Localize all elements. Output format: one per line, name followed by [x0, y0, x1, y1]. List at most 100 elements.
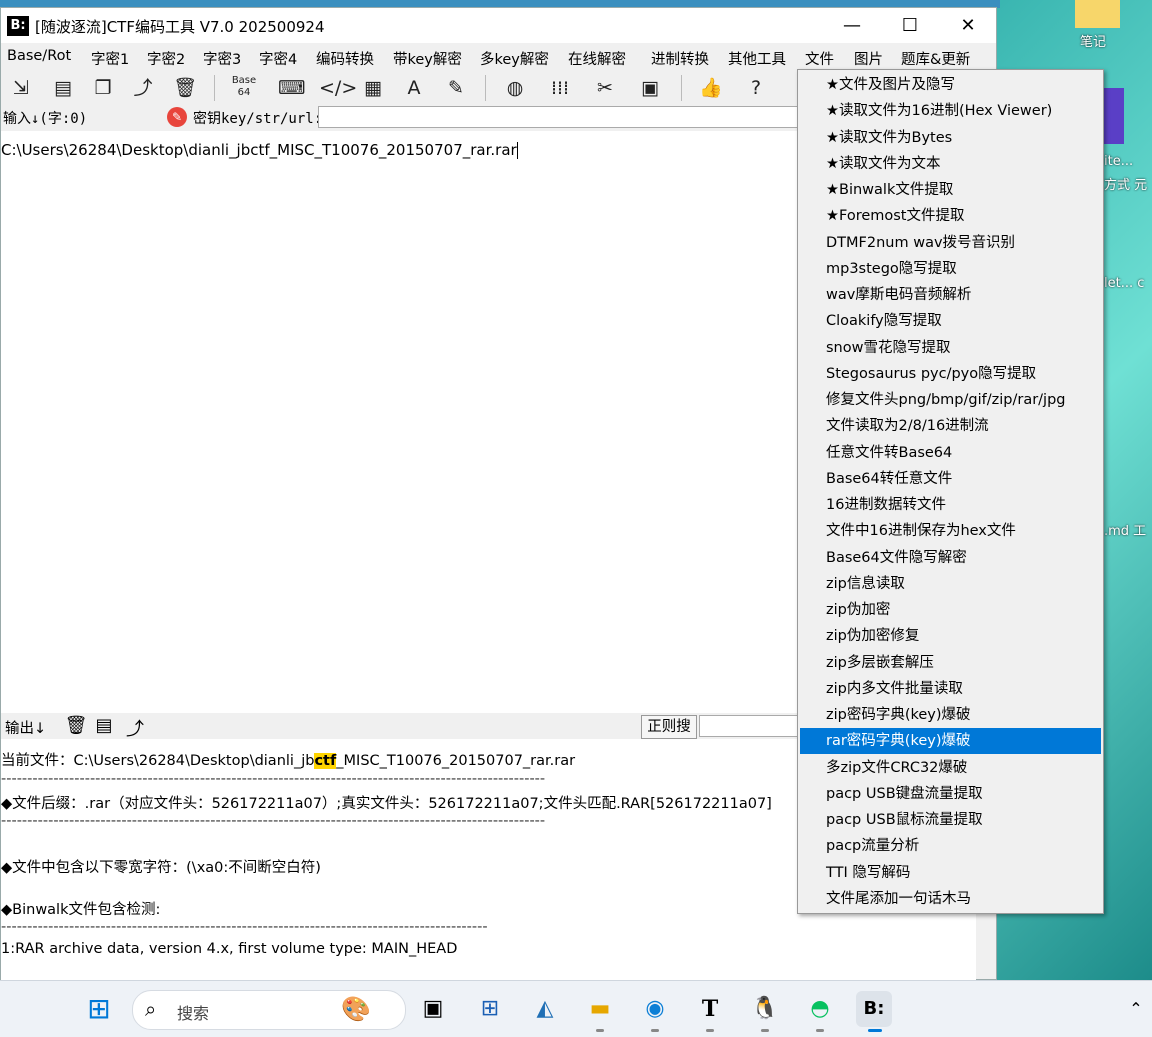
menu-key-decrypt[interactable]: 带key解密	[393, 48, 462, 69]
edge-browser-icon[interactable]: ◉	[637, 991, 673, 1027]
regex-search-button[interactable]: 正则搜	[641, 715, 697, 739]
grid-icon[interactable]: ⁞⁞⁞	[547, 75, 573, 101]
menu-zimi4[interactable]: 字密4	[259, 48, 297, 69]
help-icon[interactable]: ?	[743, 75, 769, 101]
paste-icon[interactable]: ❐	[90, 75, 116, 101]
notes-label: 笔记	[1080, 35, 1107, 50]
active-indicator	[868, 1029, 882, 1032]
file-menu-item[interactable]: 文件中16进制保存为hex文件	[800, 518, 1101, 544]
qq-icon[interactable]: 🐧	[747, 991, 783, 1027]
file-menu-item[interactable]: ★Foremost文件提取	[800, 203, 1101, 229]
menu-base-convert[interactable]: 进制转换	[651, 48, 709, 69]
typora-icon[interactable]: T	[692, 991, 728, 1027]
file-menu-item[interactable]: TTI 隐写解码	[800, 860, 1101, 886]
globe-icon[interactable]: ◍	[502, 75, 528, 101]
file-menu-item[interactable]: 文件尾添加一句话木马	[800, 886, 1101, 912]
menu-multikey-decrypt[interactable]: 多key解密	[480, 48, 549, 69]
menu-encoding[interactable]: 编码转换	[316, 48, 374, 69]
running-indicator	[651, 1029, 659, 1032]
file-menu-item[interactable]: zip伪加密	[800, 597, 1101, 623]
terminal-icon[interactable]: ⌨	[278, 75, 305, 101]
start-windows-icon[interactable]: ⊞	[81, 991, 117, 1027]
file-menu-item[interactable]: Stegosaurus pyc/pyo隐写提取	[800, 361, 1101, 387]
file-menu-item[interactable]: zip信息读取	[800, 571, 1101, 597]
key-input[interactable]	[318, 106, 800, 128]
input-label: 输入↓(字:0)	[3, 111, 88, 127]
file-menu-item[interactable]: ★读取文件为16进制(Hex Viewer)	[800, 98, 1101, 124]
file-menu-item[interactable]: zip伪加密修复	[800, 623, 1101, 649]
wechat-icon[interactable]: ◓	[802, 991, 838, 1027]
output-copy-icon[interactable]: ▤	[92, 715, 116, 737]
file-menu-item[interactable]: DTMF2num wav拨号音识别	[800, 230, 1101, 256]
trash-icon[interactable]: 🗑	[172, 75, 198, 101]
output-suffix-info: ◆文件后缀：.rar（对应文件头：526172211a07）;真实文件头：526…	[1, 796, 772, 812]
file-menu-item[interactable]: Base64文件隐写解密	[800, 545, 1101, 571]
file-menu-item[interactable]: Cloakify隐写提取	[800, 308, 1101, 334]
menu-other-tools[interactable]: 其他工具	[728, 48, 786, 69]
output-trash-icon[interactable]: 🗑	[64, 715, 88, 737]
output-label: 输出↓	[5, 721, 47, 737]
import-icon[interactable]: ⇲	[8, 75, 34, 101]
copy-icon[interactable]: ▤	[50, 75, 76, 101]
file-menu-item[interactable]: 文件读取为2/8/16进制流	[800, 413, 1101, 439]
ctf-tool-taskbar-icon[interactable]: B:	[856, 991, 892, 1027]
share-icon[interactable]: ⤴	[130, 75, 156, 101]
calculator-icon[interactable]: ▦	[360, 75, 386, 101]
running-indicator	[761, 1029, 769, 1032]
file-explorer-icon[interactable]: ▬	[582, 991, 618, 1027]
menu-zimi1[interactable]: 字密1	[91, 48, 129, 69]
monitor-app-icon[interactable]: ◭	[527, 991, 563, 1027]
menu-zimi3[interactable]: 字密3	[203, 48, 241, 69]
menu-base-rot[interactable]: Base/Rot	[7, 48, 71, 64]
menu-zimi2[interactable]: 字密2	[147, 48, 185, 69]
file-menu-item[interactable]: snow雪花隐写提取	[800, 335, 1101, 361]
minimize-button[interactable]: —	[823, 8, 881, 43]
menu-online-decrypt[interactable]: 在线解密	[568, 48, 626, 69]
base64-icon[interactable]: Base 64	[231, 75, 257, 101]
file-menu-item[interactable]: ★读取文件为文本	[800, 151, 1101, 177]
menu-file[interactable]: 文件	[805, 48, 834, 69]
file-menu-item[interactable]: 修复文件头png/bmp/gif/zip/rar/jpg	[800, 387, 1101, 413]
taskbar-search-box[interactable]: ⌕ 搜索 🎨	[132, 990, 406, 1030]
close-button[interactable]: ✕	[939, 8, 997, 43]
title-bar[interactable]: B: [随波逐流]CTF编码工具 V7.0 202500924 — ☐ ✕	[1, 8, 996, 43]
store-icon[interactable]: ⊞	[472, 991, 508, 1027]
file-menu-item[interactable]: 多zip文件CRC32爆破	[800, 755, 1101, 781]
document-icon[interactable]: ▣	[637, 75, 663, 101]
file-menu-item[interactable]: mp3stego隐写提取	[800, 256, 1101, 282]
file-menu-item[interactable]: ★文件及图片及隐写	[800, 72, 1101, 98]
file-menu-item[interactable]: Base64转任意文件	[800, 466, 1101, 492]
code-icon[interactable]: </>	[319, 75, 357, 101]
file-menu-item[interactable]: 任意文件转Base64	[800, 440, 1101, 466]
input-textarea[interactable]: C:\Users\26284\Desktop\dianli_jbctf_MISC…	[1, 131, 798, 713]
file-menu-item[interactable]: zip密码字典(key)爆破	[800, 702, 1101, 728]
file-menu-item[interactable]: pacp USB鼠标流量提取	[800, 807, 1101, 833]
edit-icon[interactable]: ✎	[443, 75, 469, 101]
file-menu-item[interactable]: rar密码字典(key)爆破	[800, 728, 1101, 755]
output-share-icon[interactable]: ⤴	[123, 715, 147, 740]
desktop-icon-label: 方式 元	[1104, 178, 1148, 193]
key-icon[interactable]: ✎	[167, 107, 187, 127]
tools-icon[interactable]: ✂	[592, 75, 618, 101]
file-menu-item[interactable]: ★读取文件为Bytes	[800, 125, 1101, 151]
menu-image[interactable]: 图片	[854, 48, 883, 69]
file-menu-item[interactable]: zip内多文件批量读取	[800, 676, 1101, 702]
input-text: C:\Users\26284\Desktop\dianli_jbctf_MISC…	[1, 141, 517, 159]
file-menu-item[interactable]: 16进制数据转文件	[800, 492, 1101, 518]
maximize-button[interactable]: ☐	[881, 8, 939, 43]
thumbs-up-icon[interactable]: 👍	[698, 75, 724, 101]
file-menu-item[interactable]: wav摩斯电码音频解析	[800, 282, 1101, 308]
file-menu-item[interactable]: pacp流量分析	[800, 833, 1101, 859]
task-view-icon[interactable]: ▣	[415, 991, 451, 1027]
chevron-up-icon[interactable]: ⌃	[1118, 991, 1152, 1027]
file-menu-item[interactable]: ★Binwalk文件提取	[800, 177, 1101, 203]
output-binwalk-result: 1:RAR archive data, version 4.x, first v…	[1, 941, 458, 957]
text-caret	[516, 142, 518, 159]
font-icon[interactable]: A	[401, 75, 427, 101]
running-indicator	[596, 1029, 604, 1032]
file-menu-item[interactable]: pacp USB键盘流量提取	[800, 781, 1101, 807]
menu-question-bank[interactable]: 题库&更新	[901, 48, 970, 69]
regex-search-input[interactable]	[699, 715, 801, 737]
notes-icon[interactable]	[1075, 0, 1120, 28]
file-menu-item[interactable]: zip多层嵌套解压	[800, 650, 1101, 676]
